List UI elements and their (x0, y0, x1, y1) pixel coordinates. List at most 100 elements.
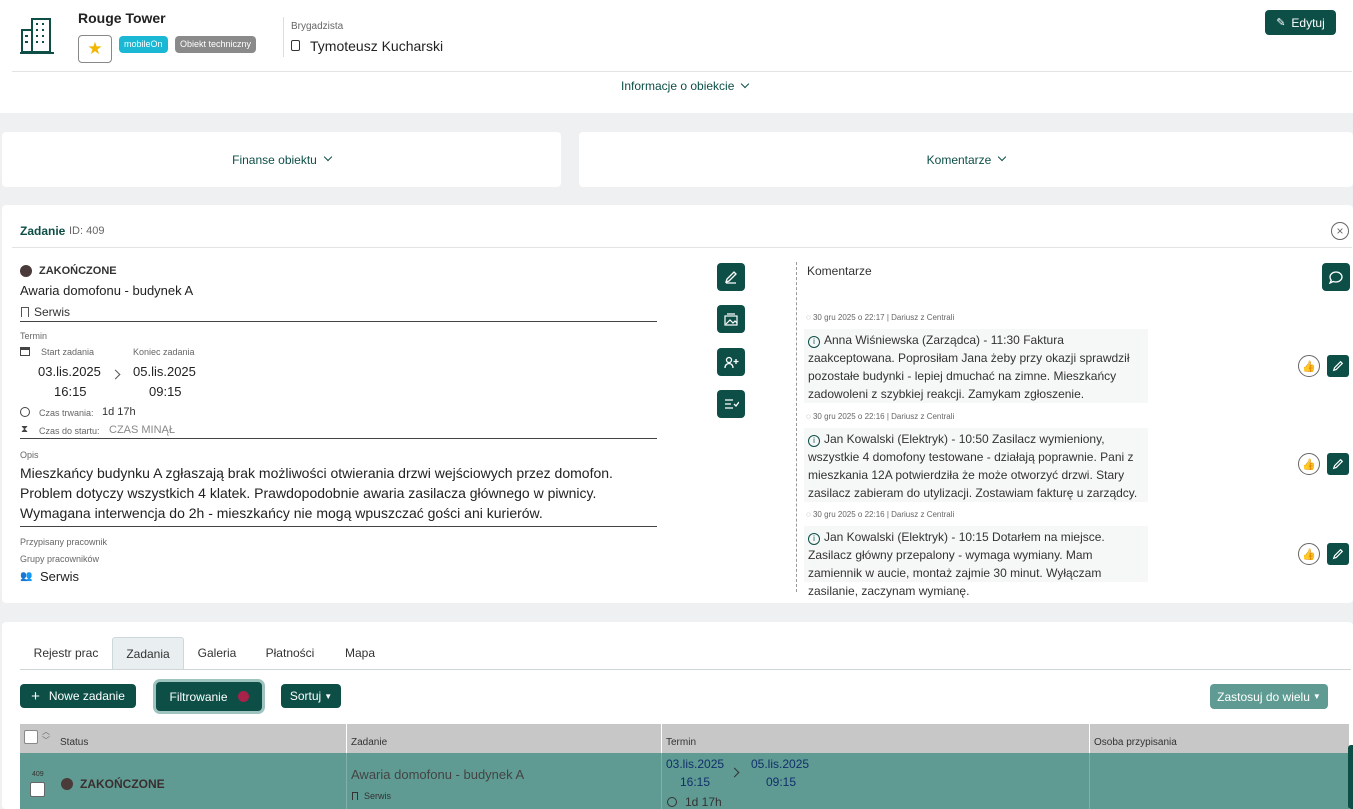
tab-map[interactable]: Mapa (332, 637, 388, 669)
task-label: Zadanie (20, 224, 66, 238)
groups-label: Grupy pracowników (20, 554, 100, 564)
new-task-button[interactable]: + Nowe zadanie (20, 684, 136, 708)
sort-arrows-icon[interactable]: ︿ ﹀ (42, 727, 50, 745)
tab-tasks[interactable]: Zadania (112, 637, 184, 669)
task-title: Awaria domofonu - budynek A (20, 283, 194, 298)
row-start-time: 16:15 (680, 775, 711, 789)
comments-section-label: Komentarze (926, 152, 992, 167)
tab-work-log[interactable]: Rejestr prac (22, 637, 110, 669)
badge-technical: Obiekt techniczny (175, 36, 257, 53)
like-button[interactable]: 👍 (1298, 543, 1320, 565)
column-header-status[interactable]: Status (55, 724, 347, 753)
like-button[interactable]: 👍 (1298, 355, 1320, 377)
star-icon: ★ (87, 39, 103, 58)
tab-payments[interactable]: Płatności (252, 637, 328, 669)
assign-user-button[interactable] (717, 348, 745, 376)
task-id: ID: 409 (69, 225, 105, 237)
finance-card[interactable]: Finanse obiektu (2, 132, 561, 187)
user-plus-icon (723, 356, 738, 368)
row-separator (1089, 753, 1090, 809)
divider-horizontal (12, 71, 1352, 72)
sort-button[interactable]: Sortuj ▼ (281, 684, 341, 708)
chevron-down-icon (998, 152, 1007, 161)
pencil-icon (1332, 548, 1344, 560)
apply-to-many-button[interactable]: Zastosuj do wielu ▼ (1210, 684, 1328, 709)
filter-label: Filtrowanie (169, 689, 228, 704)
comment-text: Jan Kowalski (Elektryk) - 10:50 Zasilacz… (808, 432, 1138, 500)
stopwatch-icon (667, 797, 677, 807)
row-status: ZAKOŃCZONE (80, 777, 165, 791)
end-label: Koniec zadania (133, 347, 195, 357)
select-all-checkbox[interactable] (24, 730, 38, 744)
term-label: Termin (20, 331, 48, 341)
divider-horizontal (12, 247, 1352, 248)
bookmark-icon (352, 792, 358, 800)
add-comment-button[interactable] (1322, 263, 1350, 291)
object-info-label: Informacje o obiekcie (621, 79, 735, 93)
row-checkbox[interactable] (30, 782, 45, 797)
edit-button-label: Edytuj (1291, 15, 1325, 30)
hourglass-icon: ⧗ (21, 424, 29, 435)
scrollbar-edge[interactable] (1348, 745, 1353, 809)
chevron-down-icon (323, 152, 333, 161)
close-icon[interactable]: × (1331, 222, 1349, 240)
bookmark-icon (21, 307, 29, 317)
badge-mobileon: mobileOn (119, 36, 168, 53)
start-time: 16:15 (54, 384, 87, 399)
image-icon (724, 312, 738, 326)
task-description: Mieszkańcy budynku A zgłaszają brak możl… (20, 465, 613, 521)
to-start-label: Czas do startu: (39, 426, 100, 436)
favorite-button[interactable]: ★ (78, 35, 112, 63)
new-task-label: Nowe zadanie (48, 689, 125, 703)
tab-gallery[interactable]: Galeria (188, 637, 246, 669)
apply-to-many-label: Zastosuj do wielu (1217, 689, 1310, 704)
edit-comment-button[interactable] (1327, 453, 1349, 475)
caret-down-icon: ▼ (1312, 692, 1321, 701)
end-date: 05.lis.2025 (133, 364, 196, 379)
divider-vertical (283, 17, 284, 57)
column-header-task[interactable]: Zadanie (346, 724, 662, 753)
checklist-icon (724, 399, 739, 409)
start-date: 03.lis.2025 (38, 364, 101, 379)
description-label: Opis (20, 450, 39, 460)
comments-card[interactable]: Komentarze (579, 132, 1353, 187)
info-icon: i (808, 533, 820, 545)
filter-button[interactable]: Filtrowanie (156, 682, 262, 711)
to-start-value: CZAS MINĄŁ (109, 424, 176, 436)
building-icon (20, 16, 54, 59)
pencil-icon (1332, 360, 1344, 372)
duration-label: Czas trwania: (39, 408, 94, 418)
column-header-assignee[interactable]: Osoba przypisania (1089, 724, 1349, 753)
pencil-icon: ✎ (1276, 17, 1286, 29)
edit-comment-button[interactable] (1327, 543, 1349, 565)
edit-button[interactable]: ✎ Edytuj (1265, 10, 1336, 35)
edit-comment-button[interactable] (1327, 355, 1349, 377)
tabs-underline (20, 669, 1351, 670)
comment-meta: ◌ 30 gru 2025 o 22:16 | Dariusz z Centra… (806, 510, 955, 519)
thumbs-up-icon: 👍 (1302, 360, 1316, 373)
info-icon: i (808, 336, 820, 348)
chevron-down-icon (741, 79, 750, 89)
thumbs-up-icon: 👍 (1302, 458, 1316, 471)
stopwatch-icon (20, 407, 30, 417)
pencil-icon (1332, 458, 1344, 470)
filter-active-dot-icon (237, 691, 249, 702)
gallery-button[interactable] (717, 305, 745, 333)
pencil-icon (724, 271, 737, 284)
task-category: Serwis (34, 305, 71, 319)
edit-task-button[interactable] (717, 263, 745, 291)
comment-item: i Jan Kowalski (Elektryk) - 10:15 Dotarłe… (804, 526, 1148, 598)
thumbs-up-icon: 👍 (1302, 548, 1316, 561)
row-task-title[interactable]: Awaria domofonu - budynek A (351, 767, 524, 782)
comments-title: Komentarze (807, 264, 872, 278)
like-button[interactable]: 👍 (1298, 453, 1320, 475)
assigned-label: Przypisany pracownik (20, 537, 108, 547)
checklist-button[interactable] (717, 390, 745, 418)
column-header-term[interactable]: Termin (661, 724, 1090, 753)
row-separator (346, 753, 347, 809)
divider (20, 321, 657, 322)
object-info-toggle[interactable]: Informacje o obiekcie (621, 79, 750, 93)
comment-meta: ◌ 30 gru 2025 o 22:16 | Dariusz z Centra… (806, 412, 955, 421)
speech-bubble-icon (1329, 270, 1343, 284)
plus-icon: + (31, 687, 40, 705)
